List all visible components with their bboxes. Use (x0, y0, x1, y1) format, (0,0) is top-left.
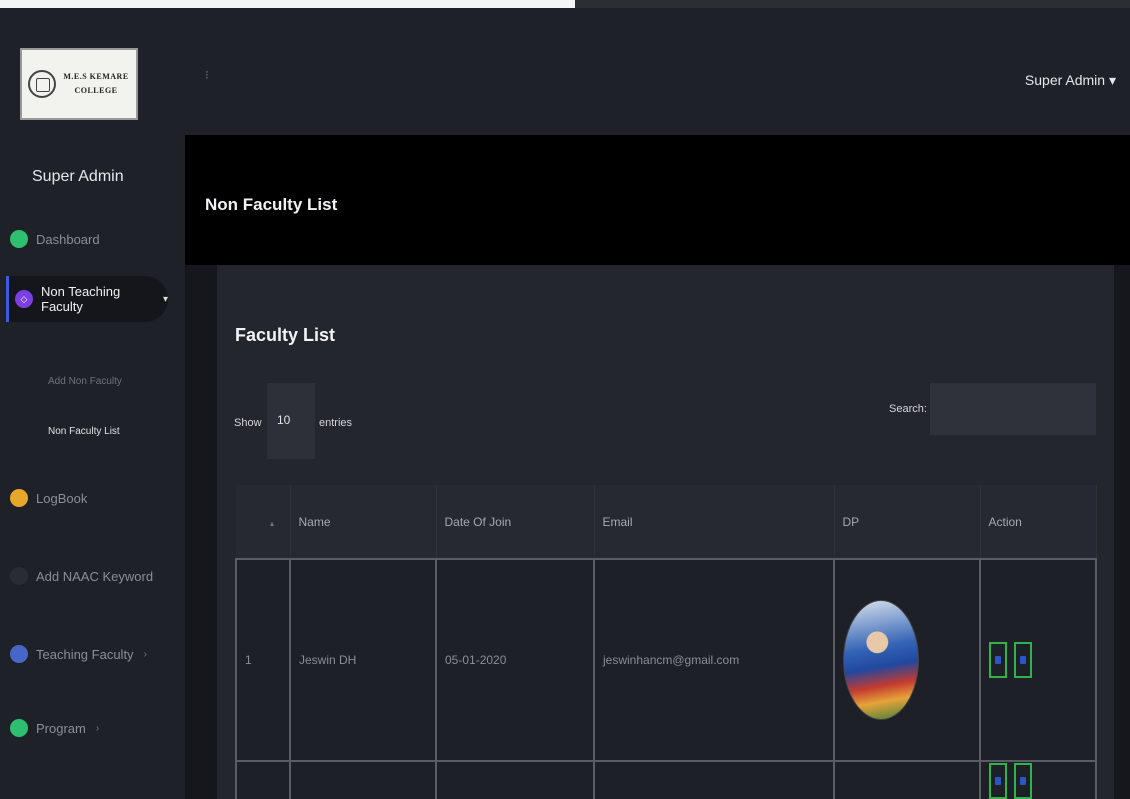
sidebar-role: Super Admin (32, 168, 124, 185)
top-strip-dark (575, 0, 1130, 8)
top-header: ⁝ Super Admin ▾ (185, 8, 1130, 135)
cell-index: 1 (235, 558, 291, 762)
cell-index (235, 760, 291, 799)
page-title: Non Faculty List (205, 195, 338, 214)
college-seal-icon (28, 70, 56, 98)
column-header-email[interactable]: Email (594, 485, 835, 559)
chevron-down-icon: ▾ (1108, 72, 1116, 88)
keyword-icon (10, 567, 28, 585)
sidebar-item-non-teaching-faculty[interactable]: ◇ Non Teaching Faculty ▾ (6, 276, 168, 322)
sidebar-item-label: Teaching Faculty (36, 646, 134, 662)
cell-email (593, 760, 835, 799)
chevron-right-icon: › (95, 722, 100, 734)
edit-button[interactable] (989, 642, 1007, 678)
submenu-non-faculty-list[interactable]: Non Faculty List (48, 426, 120, 437)
entries-label: entries (319, 417, 353, 429)
sidebar-item-label: Program (36, 720, 86, 736)
college-logo[interactable]: M.E.S KEMARE COLLEGE (20, 48, 138, 120)
table-header-row: ▴ Name Date Of Join Email DP Action (236, 485, 1097, 559)
chevron-right-icon: › (143, 648, 147, 660)
cell-dp (833, 760, 981, 799)
delete-button[interactable] (1014, 763, 1033, 799)
sidebar-item-add-naac-keyword[interactable]: Add NAAC Keyword (10, 558, 153, 594)
column-header-name[interactable]: Name (290, 485, 437, 559)
program-icon (10, 719, 28, 737)
top-strip (0, 0, 1130, 8)
teaching-icon (10, 645, 28, 663)
cell-date: 05-01-2020 (435, 558, 595, 762)
cell-email: jeswinhancm@gmail.com (593, 558, 835, 762)
column-header-index[interactable]: ▴ (236, 485, 291, 559)
column-header-date[interactable]: Date Of Join (436, 485, 595, 559)
logbook-icon (10, 489, 28, 507)
dashboard-icon (10, 230, 28, 248)
sidebar-item-label: Non Teaching Faculty (41, 284, 121, 314)
table-row (235, 760, 1097, 799)
sidebar-item-label: Add NAAC Keyword (36, 568, 154, 584)
logo-line1: M.E.S KEMARE (63, 72, 129, 81)
sidebar-item-label: LogBook (36, 490, 88, 506)
sidebar-item-logbook[interactable]: LogBook (10, 480, 87, 516)
cell-action (979, 558, 1097, 762)
cell-action (979, 760, 1097, 799)
faculty-icon: ◇ (15, 290, 33, 308)
cell-name (289, 760, 437, 799)
sidebar: M.E.S KEMARE COLLEGE Super Admin Dashboa… (0, 8, 185, 799)
delete-button[interactable] (1014, 642, 1033, 678)
sidebar-item-dashboard[interactable]: Dashboard (10, 221, 100, 257)
sidebar-item-label: Dashboard (36, 231, 100, 247)
user-menu-dropdown[interactable]: Super Admin ▾ (1025, 72, 1116, 89)
logo-line2: COLLEGE (74, 86, 118, 95)
sort-icon: ▴ (270, 518, 275, 528)
search-label: Search: (889, 403, 927, 415)
edit-button[interactable] (989, 763, 1007, 799)
chevron-down-icon: ▾ (162, 293, 168, 305)
card-title: Faculty List (235, 325, 336, 345)
cell-name: Jeswin DH (289, 558, 437, 762)
column-header-action[interactable]: Action (980, 485, 1097, 559)
profile-photo (843, 600, 919, 720)
logo-text: M.E.S KEMARE COLLEGE (56, 70, 136, 98)
show-label: Show (234, 417, 262, 429)
sidebar-item-program[interactable]: Program › (10, 710, 99, 746)
sidebar-toggle-icon[interactable]: ⁝ (205, 68, 209, 82)
search-input[interactable] (930, 383, 1096, 435)
page-title-bar: Non Faculty List (185, 135, 1130, 265)
user-menu-label: Super Admin (1024, 72, 1106, 88)
cell-date (435, 760, 595, 799)
submenu-add-non-faculty[interactable]: Add Non Faculty (48, 376, 122, 387)
table-row: 1 Jeswin DH 05-01-2020 jeswinhancm@gmail… (235, 558, 1097, 762)
sidebar-item-teaching-faculty[interactable]: Teaching Faculty › (10, 636, 147, 672)
faculty-card: Faculty List Show 10 entries Search: ▴ N… (217, 265, 1114, 799)
column-header-dp[interactable]: DP (834, 485, 981, 559)
entries-select[interactable]: 10 (267, 383, 315, 459)
main-content: Faculty List Show 10 entries Search: ▴ N… (185, 265, 1130, 799)
cell-dp (833, 558, 981, 762)
faculty-table: ▴ Name Date Of Join Email DP Action 1 Je… (235, 485, 1097, 799)
